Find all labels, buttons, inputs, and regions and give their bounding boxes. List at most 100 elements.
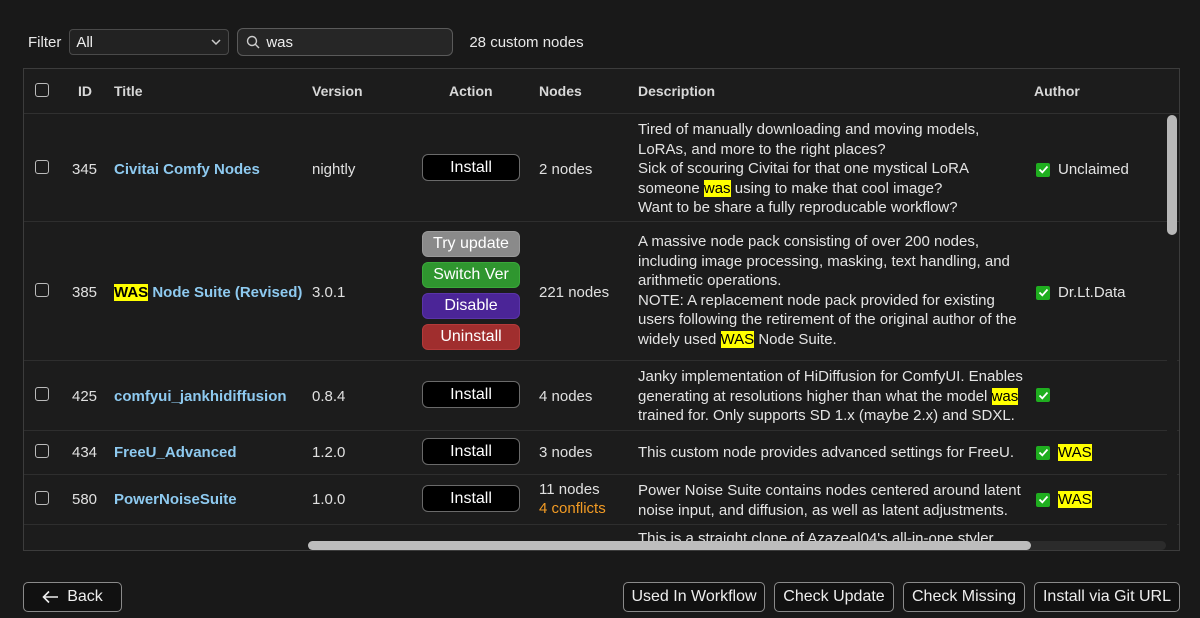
back-button-label: Back: [67, 588, 103, 605]
row-checkbox[interactable]: [35, 387, 49, 401]
author-name: Dr.Lt.Data: [1058, 284, 1126, 301]
search-input-value: was: [266, 33, 294, 51]
row-id: 580: [72, 491, 98, 508]
filter-label: Filter: [28, 33, 62, 51]
row-version: nightly: [312, 161, 356, 178]
vertical-scrollbar-thumb[interactable]: [1167, 115, 1177, 235]
arrow-left-icon: [42, 590, 59, 604]
author-name: Unclaimed: [1058, 161, 1129, 178]
row-title[interactable]: PowerNoiseSuite: [114, 491, 237, 508]
description-line: Want to be share a fully reproducable wo…: [638, 199, 958, 216]
search-icon: [247, 35, 260, 49]
description-line: This custom node provides advanced setti…: [638, 444, 1015, 461]
description-line: Tired of manually downloading and moving…: [638, 121, 980, 138]
used-in-workflow-button[interactable]: Used In Workflow: [623, 582, 765, 612]
install-via-git-url-button[interactable]: Install via Git URL: [1034, 582, 1180, 612]
check-mark-icon: [1036, 388, 1050, 402]
row-checkbox[interactable]: [35, 283, 49, 297]
install-button[interactable]: Install: [422, 438, 520, 465]
horizontal-scrollbar-thumb[interactable]: [308, 541, 1031, 550]
description-line: NOTE: A replacement node pack provided f…: [638, 291, 995, 309]
row-author: WAS: [1036, 444, 1092, 461]
row-author: Unclaimed: [1036, 161, 1129, 178]
table-row[interactable]: 385 WAS Node Suite (Revised) 3.0.1 Try u…: [24, 222, 1179, 361]
description-line: including image processing, masking, tex…: [638, 252, 1010, 270]
check-mark-icon: [1036, 492, 1050, 507]
table-row[interactable]: 434 FreeU_Advanced 1.2.0 Install 3 nodes…: [24, 431, 1179, 475]
header-nodes[interactable]: Nodes: [539, 83, 582, 99]
disable-button[interactable]: Disable: [422, 293, 520, 319]
table-row[interactable]: 425 comfyui_jankhidiffusion 0.8.4 Instal…: [24, 361, 1179, 431]
header-description[interactable]: Description: [638, 83, 715, 99]
row-title[interactable]: Civitai Comfy Nodes: [114, 161, 260, 178]
uninstall-button[interactable]: Uninstall: [422, 324, 520, 350]
row-description: Power Noise Suite contains nodes centere…: [638, 481, 1028, 520]
description-line: arithmetic operations.: [638, 272, 782, 289]
check-update-button[interactable]: Check Update: [774, 582, 894, 612]
conflicts-link[interactable]: 4 conflicts: [539, 500, 606, 517]
description-line-highlight: widely used WAS Node Suite.: [638, 330, 837, 348]
switch-version-button[interactable]: Switch Ver: [422, 262, 520, 288]
custom-nodes-table: ID Title Version Action Nodes Descriptio…: [23, 68, 1180, 551]
table-row[interactable]: 345 Civitai Comfy Nodes nightly Install …: [24, 114, 1179, 222]
table-row[interactable]: 580 PowerNoiseSuite 1.0.0 Install 11 nod…: [24, 475, 1179, 525]
row-description: A massive node pack consisting of over 2…: [638, 232, 1028, 349]
row-nodes: 4 nodes: [539, 388, 593, 405]
filter-toolbar: Filter All was 28 custom nodes: [28, 28, 584, 56]
description-line: users following the retirement of the or…: [638, 311, 1017, 328]
description-line: noise input, and diffusion, as well as l…: [638, 501, 1008, 519]
row-title[interactable]: FreeU_Advanced: [114, 444, 237, 461]
header-version[interactable]: Version: [312, 83, 363, 99]
row-id: 434: [72, 444, 98, 461]
check-mark-icon: [1036, 162, 1050, 177]
search-match-highlight: was: [991, 387, 1019, 405]
table-header: ID Title Version Action Nodes Descriptio…: [24, 69, 1179, 114]
install-button[interactable]: Install: [422, 154, 520, 181]
header-action[interactable]: Action: [449, 83, 493, 99]
description-line: LoRAs, and more to the right places?: [638, 140, 886, 158]
row-nodes: 221 nodes: [539, 284, 610, 301]
description-line-highlight: someone was using to make that cool imag…: [638, 179, 943, 197]
search-input[interactable]: was: [237, 28, 454, 56]
search-match-highlight: WAS: [720, 330, 755, 348]
node-count: 28 custom nodes: [469, 33, 584, 51]
description-line-highlight: generating at resolutions higher than wh…: [638, 387, 1019, 405]
row-title[interactable]: comfyui_jankhidiffusion: [114, 388, 287, 405]
row-description: Janky implementation of HiDiffusion for …: [638, 367, 1028, 426]
row-version: 3.0.1: [312, 284, 346, 301]
title-highlight: WAS: [114, 284, 149, 301]
check-mark-icon: [1036, 445, 1050, 460]
row-author: [1036, 388, 1058, 402]
row-id: 345: [72, 161, 98, 178]
filter-select-value: All: [76, 33, 94, 51]
row-checkbox[interactable]: [35, 444, 49, 458]
description-line: Janky implementation of HiDiffusion for …: [638, 368, 1023, 385]
row-version: 0.8.4: [312, 388, 346, 405]
try-update-button[interactable]: Try update: [422, 231, 520, 257]
header-id[interactable]: ID: [78, 83, 92, 99]
row-title[interactable]: WAS Node Suite (Revised): [114, 284, 302, 301]
row-author: WAS: [1036, 491, 1092, 508]
check-missing-button[interactable]: Check Missing: [903, 582, 1025, 612]
install-button[interactable]: Install: [422, 485, 520, 512]
back-button[interactable]: Back: [23, 582, 122, 612]
header-title[interactable]: Title: [114, 83, 143, 99]
search-match-highlight: was: [703, 179, 731, 197]
row-author: Dr.Lt.Data: [1036, 284, 1126, 301]
row-description: This custom node provides advanced setti…: [638, 443, 1028, 463]
description-line: trained for. Only supports SD 1.x (maybe…: [638, 407, 1015, 424]
row-checkbox[interactable]: [35, 491, 49, 505]
description-line: Sick of scouring Civitai for that one my…: [638, 160, 969, 177]
row-description: Tired of manually downloading and moving…: [638, 120, 1028, 218]
select-all-checkbox[interactable]: [35, 83, 49, 97]
title-rest: Node Suite (Revised): [148, 284, 303, 301]
filter-select[interactable]: All: [69, 29, 230, 55]
row-nodes: 2 nodes: [539, 161, 593, 178]
row-nodes: 11 nodes: [539, 481, 600, 498]
row-version: 1.2.0: [312, 444, 346, 461]
install-button[interactable]: Install: [422, 381, 520, 408]
row-checkbox[interactable]: [35, 160, 49, 174]
vertical-scrollbar[interactable]: [1167, 114, 1177, 550]
horizontal-scrollbar[interactable]: [308, 541, 1166, 550]
header-author[interactable]: Author: [1034, 83, 1080, 99]
